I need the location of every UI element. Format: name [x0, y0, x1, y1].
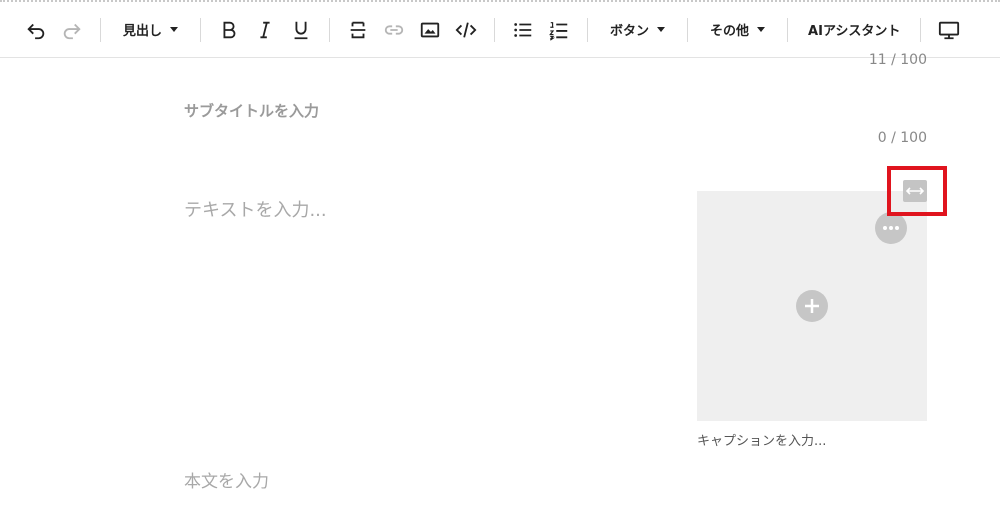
bold-icon: [223, 21, 236, 38]
caret-down-icon: [170, 27, 179, 32]
add-image-button[interactable]: [796, 290, 828, 322]
heading-dropdown[interactable]: 見出し: [111, 10, 190, 50]
image-caption-input[interactable]: キャプションを入力...: [697, 430, 826, 449]
heading-dropdown-label: 見出し: [123, 24, 163, 39]
redo-icon: [63, 23, 81, 39]
toolbar-separator: [687, 17, 689, 42]
highlight-box: [887, 166, 947, 216]
italic-icon: [260, 21, 270, 38]
link-icon: [384, 24, 404, 35]
undo-button[interactable]: [18, 10, 54, 50]
image-more-button[interactable]: [875, 212, 907, 244]
more-dots-icon: [883, 226, 899, 230]
image-button[interactable]: [412, 10, 448, 50]
code-button[interactable]: [448, 10, 484, 50]
button-dropdown[interactable]: ボタン: [598, 10, 677, 50]
toolbar-separator: [329, 17, 331, 42]
preview-monitor-icon: [939, 21, 960, 39]
caret-down-icon: [657, 27, 666, 32]
toolbar-separator: [787, 17, 789, 42]
bullet-list-icon: [514, 22, 532, 37]
underline-button[interactable]: [283, 10, 319, 50]
bold-button[interactable]: [211, 10, 247, 50]
ai-assistant-button[interactable]: AIアシスタント: [798, 10, 910, 50]
link-button[interactable]: [376, 10, 412, 50]
text-block-input[interactable]: テキストを入力...: [184, 196, 327, 222]
numbered-list-icon: [549, 21, 568, 41]
toolbar-separator: [100, 17, 101, 42]
image-placeholder[interactable]: [697, 191, 927, 421]
ai-assistant-label: AIアシスタント: [808, 24, 901, 39]
toolbar-separator: [200, 17, 202, 42]
undo-icon: [27, 23, 45, 39]
image-icon: [420, 22, 440, 37]
underline-icon: [294, 21, 308, 39]
code-icon: [455, 21, 477, 38]
strikethrough-icon: [350, 21, 366, 38]
preview-button[interactable]: [931, 10, 967, 50]
strikethrough-button[interactable]: [340, 10, 376, 50]
subtitle-char-counter: 0 / 100: [877, 130, 927, 146]
plus-icon: [805, 299, 819, 313]
bullet-list-button[interactable]: [505, 10, 541, 50]
button-dropdown-label: ボタン: [610, 24, 650, 39]
numbered-list-button[interactable]: [541, 10, 577, 50]
redo-button[interactable]: [54, 10, 90, 50]
caret-down-icon: [757, 27, 766, 32]
editor-toolbar: 見出し ボタン その他 AIアシスタント: [0, 2, 1000, 58]
toolbar-separator: [920, 17, 922, 42]
italic-button[interactable]: [247, 10, 283, 50]
other-dropdown-label: その他: [710, 24, 750, 39]
title-char-counter: 11 / 100: [868, 52, 927, 68]
body-text-input[interactable]: 本文を入力: [184, 467, 269, 492]
toolbar-separator: [494, 17, 496, 42]
subtitle-input[interactable]: サブタイトルを入力: [184, 100, 319, 121]
toolbar-separator: [587, 17, 589, 42]
other-dropdown[interactable]: その他: [698, 10, 777, 50]
